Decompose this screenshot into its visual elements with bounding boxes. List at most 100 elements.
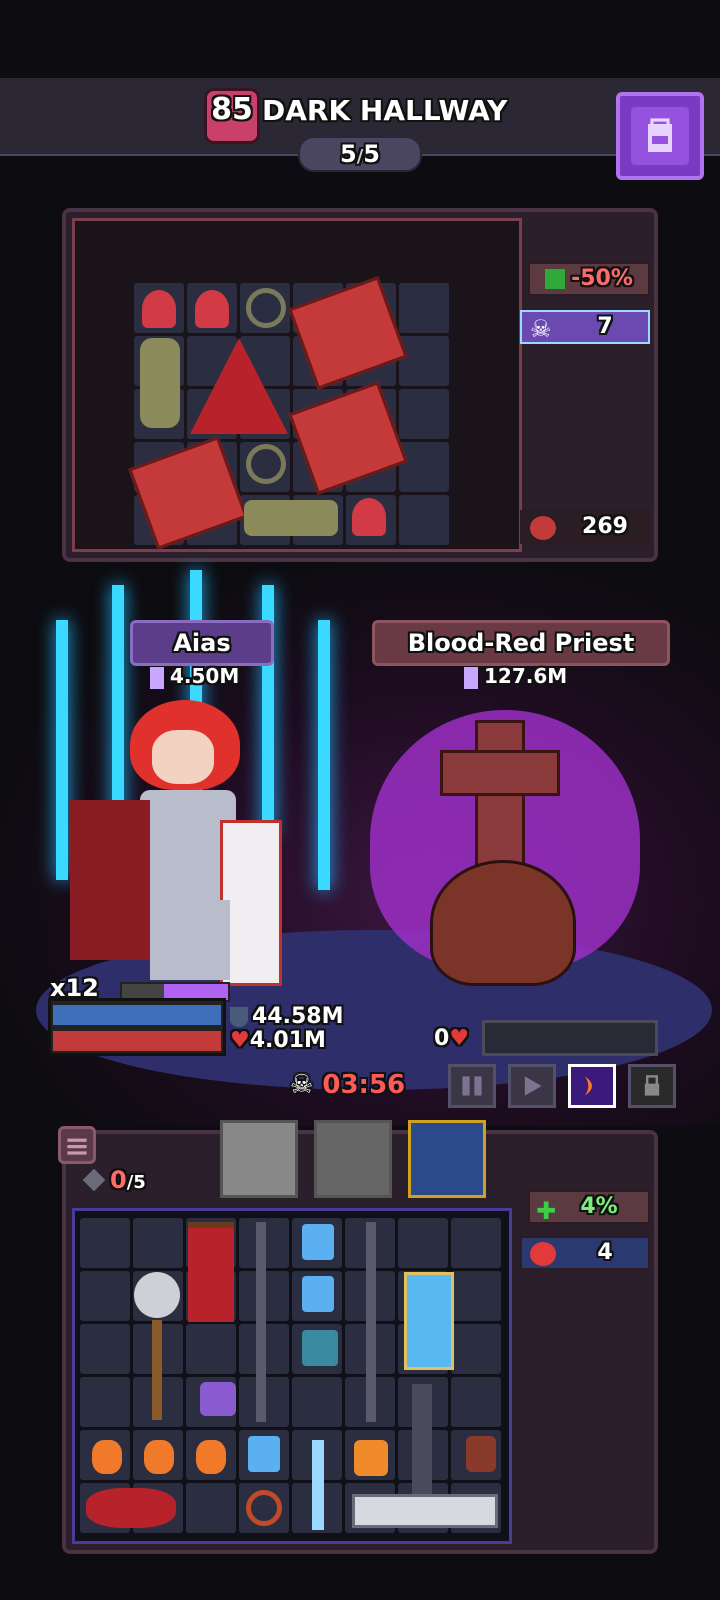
hero-hp-bar [53,1031,221,1051]
ring-item[interactable] [246,288,286,328]
purple-glove-item[interactable] [200,1382,236,1416]
hero-shield-stat: 44.58M [230,1004,343,1029]
sword-power-icon [464,666,478,689]
hero-power-value: 4.50M [170,664,240,688]
fire-flask-item[interactable] [144,1440,174,1474]
fast-forward-icon [584,1076,592,1096]
monster-stat: 4 [520,1236,650,1270]
ghost-lantern-item[interactable] [134,1272,180,1318]
red-potion-item[interactable] [352,498,386,536]
menu-icon [67,1138,87,1155]
locked-button[interactable] [628,1064,676,1108]
gold-value: 269 [582,514,628,539]
hammer-item[interactable] [412,1384,432,1494]
inventory-slot[interactable] [80,1218,130,1268]
bone-item[interactable] [140,338,180,428]
blue-gauntlet-item[interactable] [248,1436,280,1472]
debuff-stat: -50% [528,262,650,296]
wave-progress: 5/5 [298,136,422,172]
spear-item[interactable] [366,1222,376,1422]
skull-icon: ☠ [530,315,552,343]
loot-bag-icon [530,516,556,540]
heal-block-icon [545,269,566,289]
dragon-pet-portrait[interactable] [408,1120,486,1198]
hero-shield-value: 44.58M [252,1004,344,1029]
spear-item[interactable] [256,1222,266,1422]
skull-icon: ☠ [290,1070,314,1100]
shadow-pet-portrait[interactable] [314,1120,392,1198]
red-spider-item[interactable] [86,1488,176,1528]
enemy-sprite [360,690,650,990]
menu-button[interactable] [58,1126,96,1164]
inventory-slot[interactable] [399,495,449,545]
speed-button[interactable] [568,1064,616,1108]
fire-flask-item[interactable] [196,1440,226,1474]
sword-power-icon [150,666,164,689]
inventory-slot[interactable] [398,1218,448,1268]
gold-stat: 269 [520,510,650,544]
inventory-slot[interactable] [399,336,449,386]
stage-title: DARK HALLWAY [262,94,508,127]
fire-flask-item[interactable] [92,1440,122,1474]
lock-icon [644,1075,660,1096]
hero-hp-value: 4.01M [249,1028,326,1053]
play-button[interactable] [508,1064,556,1108]
monster-count: 4 [597,1240,613,1265]
wave-total: 5 [363,140,380,168]
skull-count: 7 [597,314,613,339]
bag-button[interactable] [616,92,704,180]
skull-stat: ☠ 7 [520,310,650,344]
lamp-post-item[interactable] [152,1320,162,1420]
leather-glove-item[interactable] [466,1436,496,1472]
heart-icon: ♥ [230,1028,250,1053]
shield-icon [230,1007,248,1027]
orange-potion-item[interactable] [354,1440,388,1476]
inventory-slot[interactable] [399,442,449,492]
hero-power: 4.50M [150,664,239,689]
inventory-slot[interactable] [186,1324,236,1374]
red-banner-item[interactable] [188,1222,234,1322]
inventory-slot[interactable] [451,1218,501,1268]
ghost-pet-portrait[interactable] [220,1120,298,1198]
ring-item[interactable] [246,444,286,484]
rune-item[interactable] [302,1330,338,1366]
red-potion-item[interactable] [142,290,176,328]
blue-gauntlet-item[interactable] [302,1224,334,1260]
spirit-sword-icon [56,620,68,880]
wave-current: 5 [340,140,357,168]
gem-icon [82,1168,106,1192]
crystal-shield-item[interactable] [404,1272,454,1370]
inventory-slot[interactable] [451,1271,501,1321]
iron-hammer-head-item[interactable] [352,1494,498,1528]
inventory-slot[interactable] [292,1377,342,1427]
enemy-power-value: 127.6M [484,664,568,688]
hero-health-bars [48,998,226,1056]
enemy-nameplate: Blood-Red Priest [372,620,670,666]
inventory-slot[interactable] [451,1324,501,1374]
monster-face-icon [530,1242,556,1266]
timer-value: 03:56 [322,1070,406,1100]
heal-bonus-value: 4% [580,1194,618,1219]
inventory-slot[interactable] [451,1377,501,1427]
enemy-hp-value: 0 [434,1026,450,1051]
ice-dagger-item[interactable] [312,1440,324,1530]
heal-plus-icon: ✚ [536,1197,557,1225]
slots-total: /5 [126,1172,146,1193]
inventory-slot[interactable] [133,1218,183,1268]
inventory-slot[interactable] [80,1377,130,1427]
inventory-slot[interactable] [399,283,449,333]
inventory-slot[interactable] [80,1271,130,1321]
level-number: 85 [211,92,253,127]
red-potion-item[interactable] [195,290,229,328]
pause-button[interactable] [448,1064,496,1108]
blue-gauntlet-item[interactable] [302,1276,334,1312]
bone-pile-item[interactable] [244,500,338,536]
inventory-slot[interactable] [186,1483,236,1533]
pause-icon [462,1076,482,1096]
compass-item[interactable] [246,1490,282,1526]
inventory-slot[interactable] [80,1324,130,1374]
battle-timer: ☠ 03:56 [290,1070,405,1100]
hero-shield-bar [53,1005,221,1025]
inventory-slot[interactable] [399,389,449,439]
debuff-value: -50% [571,266,633,291]
